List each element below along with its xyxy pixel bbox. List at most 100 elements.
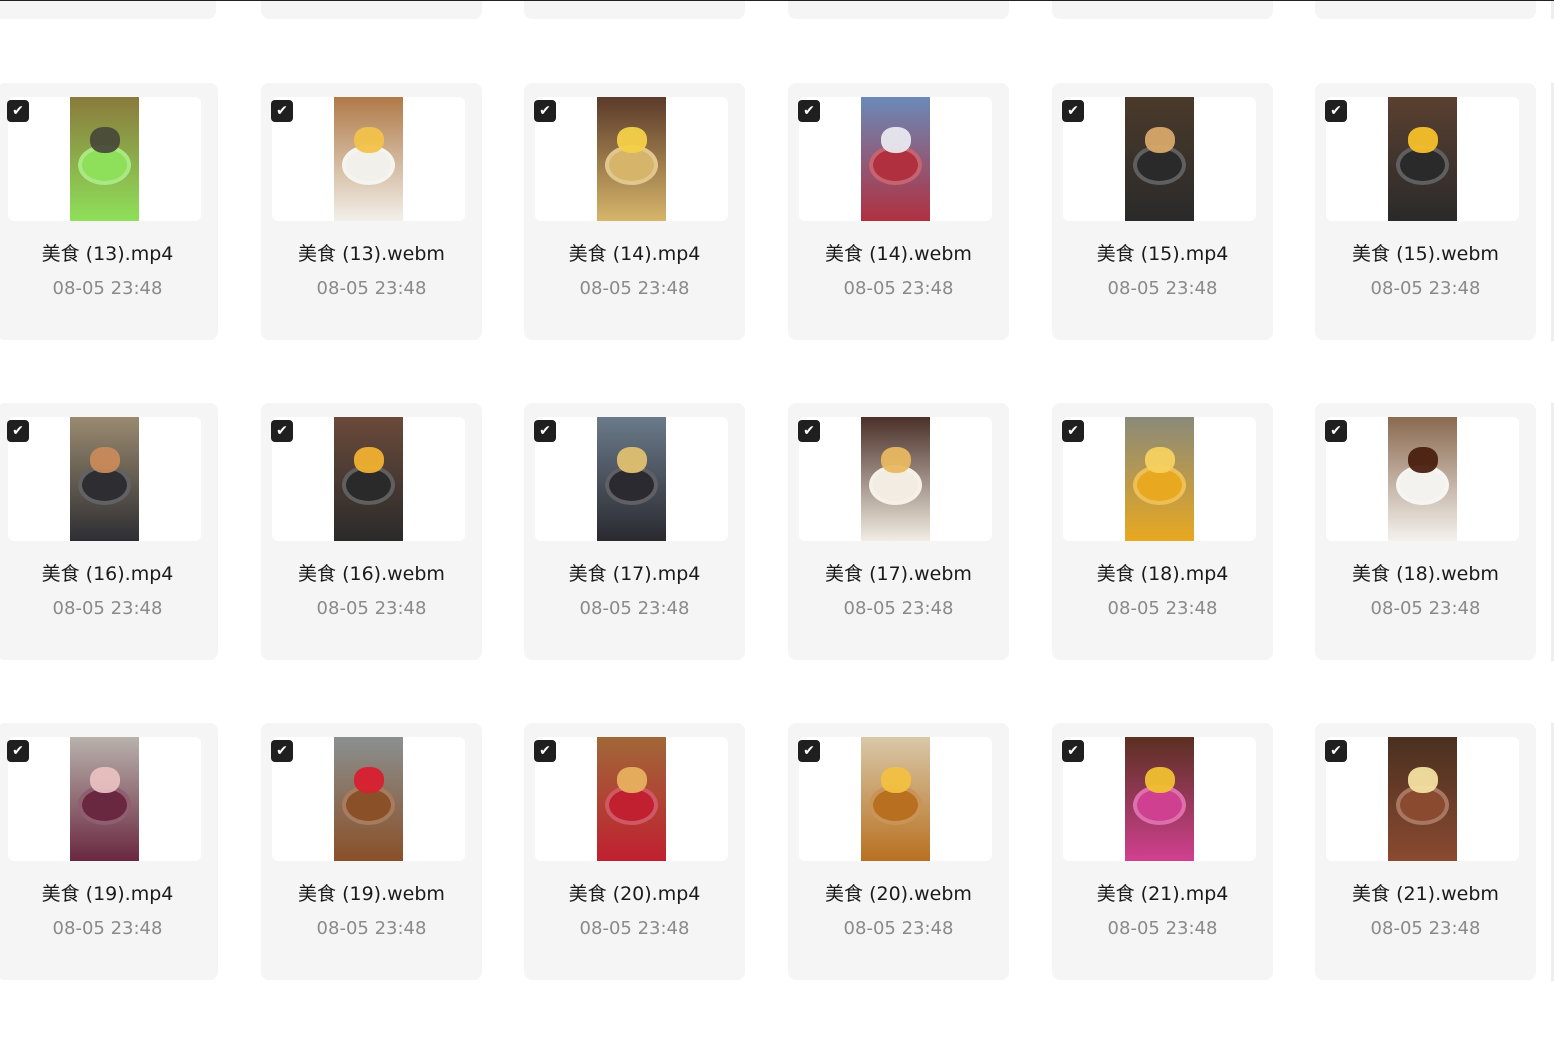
file-date: 08-05 23:48 — [316, 918, 427, 939]
select-checkbox[interactable]: ✔ — [534, 100, 556, 122]
partial-card-above[interactable] — [524, 1, 745, 19]
file-name: 美食 (18).webm — [1352, 563, 1499, 585]
video-thumbnail — [70, 737, 139, 861]
file-card[interactable]: ✔ 美食 (16).mp4 08-05 23:48 — [0, 403, 218, 660]
thumbnail-frame[interactable] — [1326, 97, 1519, 221]
video-thumbnail — [861, 417, 930, 541]
thumbnail-frame[interactable] — [8, 97, 201, 221]
file-card[interactable]: ✔ 美食 (20).webm 08-05 23:48 — [788, 723, 1009, 980]
thumbnail-frame[interactable] — [535, 737, 728, 861]
partial-card-above[interactable] — [0, 1, 216, 19]
partial-card-above[interactable] — [1315, 1, 1536, 19]
file-date: 08-05 23:48 — [1107, 918, 1218, 939]
file-date: 08-05 23:48 — [1370, 278, 1481, 299]
thumbnail-frame[interactable] — [1063, 97, 1256, 221]
video-thumbnail — [861, 737, 930, 861]
file-name: 美食 (17).mp4 — [568, 563, 701, 585]
file-card[interactable]: ✔ 美食 (13).webm 08-05 23:48 — [261, 83, 482, 340]
file-card[interactable]: ✔ 美食 (15).webm 08-05 23:48 — [1315, 83, 1536, 340]
file-date: 08-05 23:48 — [1370, 918, 1481, 939]
thumbnail-frame[interactable] — [8, 417, 201, 541]
file-card[interactable]: ✔ 美食 (21).webm 08-05 23:48 — [1315, 723, 1536, 980]
video-thumbnail — [1388, 417, 1457, 541]
file-grid-viewport: ✔ 美食 (13).mp4 08-05 23:48 ✔ 美食 (13).webm 08-0… — [0, 0, 1554, 1040]
file-date: 08-05 23:48 — [579, 598, 690, 619]
thumbnail-frame[interactable] — [799, 97, 992, 221]
file-card[interactable]: ✔ 美食 (18).webm 08-05 23:48 — [1315, 403, 1536, 660]
select-checkbox[interactable]: ✔ — [1325, 740, 1347, 762]
thumbnail-food-highlight — [1408, 767, 1438, 793]
thumbnail-food-highlight — [354, 447, 384, 473]
select-checkbox[interactable]: ✔ — [271, 740, 293, 762]
thumbnail-frame[interactable] — [1326, 417, 1519, 541]
thumbnail-food-highlight — [1408, 127, 1438, 153]
partial-card-above[interactable] — [788, 1, 1009, 19]
thumbnail-frame[interactable] — [272, 417, 465, 541]
video-thumbnail — [70, 417, 139, 541]
file-name: 美食 (16).webm — [298, 563, 445, 585]
file-name: 美食 (16).mp4 — [41, 563, 174, 585]
file-card[interactable]: ✔ 美食 (21).mp4 08-05 23:48 — [1052, 723, 1273, 980]
select-checkbox[interactable]: ✔ — [271, 420, 293, 442]
thumbnail-frame[interactable] — [8, 737, 201, 861]
select-checkbox[interactable]: ✔ — [1062, 100, 1084, 122]
thumbnail-frame[interactable] — [272, 737, 465, 861]
file-name: 美食 (21).webm — [1352, 883, 1499, 905]
select-checkbox[interactable]: ✔ — [798, 100, 820, 122]
thumbnail-frame[interactable] — [799, 417, 992, 541]
thumbnail-frame[interactable] — [272, 97, 465, 221]
select-checkbox[interactable]: ✔ — [1325, 420, 1347, 442]
select-checkbox[interactable]: ✔ — [7, 100, 29, 122]
partial-card-above[interactable] — [1052, 1, 1273, 19]
thumbnail-food-highlight — [90, 127, 120, 153]
select-checkbox[interactable]: ✔ — [798, 420, 820, 442]
file-name: 美食 (14).webm — [825, 243, 972, 265]
thumbnail-frame[interactable] — [535, 97, 728, 221]
video-thumbnail — [597, 97, 666, 221]
select-checkbox[interactable]: ✔ — [798, 740, 820, 762]
file-date: 08-05 23:48 — [52, 278, 163, 299]
file-card[interactable]: ✔ 美食 (15).mp4 08-05 23:48 — [1052, 83, 1273, 340]
thumbnail-frame[interactable] — [1063, 417, 1256, 541]
file-date: 08-05 23:48 — [1107, 598, 1218, 619]
video-thumbnail — [334, 417, 403, 541]
video-thumbnail — [334, 737, 403, 861]
select-checkbox[interactable]: ✔ — [534, 420, 556, 442]
thumbnail-food-highlight — [617, 447, 647, 473]
video-thumbnail — [334, 97, 403, 221]
file-card[interactable]: ✔ 美食 (18).mp4 08-05 23:48 — [1052, 403, 1273, 660]
file-card[interactable]: ✔ 美食 (14).mp4 08-05 23:48 — [524, 83, 745, 340]
partial-card-above[interactable] — [261, 1, 482, 19]
file-date: 08-05 23:48 — [843, 598, 954, 619]
file-name: 美食 (18).mp4 — [1096, 563, 1229, 585]
file-card[interactable]: ✔ 美食 (19).webm 08-05 23:48 — [261, 723, 482, 980]
file-date: 08-05 23:48 — [579, 278, 690, 299]
thumbnail-frame[interactable] — [535, 417, 728, 541]
file-card[interactable]: ✔ 美食 (13).mp4 08-05 23:48 — [0, 83, 218, 340]
file-card[interactable]: ✔ 美食 (14).webm 08-05 23:48 — [788, 83, 1009, 340]
select-checkbox[interactable]: ✔ — [534, 740, 556, 762]
file-date: 08-05 23:48 — [52, 918, 163, 939]
file-date: 08-05 23:48 — [579, 918, 690, 939]
select-checkbox[interactable]: ✔ — [271, 100, 293, 122]
file-date: 08-05 23:48 — [1370, 598, 1481, 619]
file-card[interactable]: ✔ 美食 (17).webm 08-05 23:48 — [788, 403, 1009, 660]
select-checkbox[interactable]: ✔ — [7, 420, 29, 442]
select-checkbox[interactable]: ✔ — [1062, 420, 1084, 442]
select-checkbox[interactable]: ✔ — [1325, 100, 1347, 122]
thumbnail-frame[interactable] — [1063, 737, 1256, 861]
file-card[interactable]: ✔ 美食 (17).mp4 08-05 23:48 — [524, 403, 745, 660]
thumbnail-frame[interactable] — [799, 737, 992, 861]
thumbnail-frame[interactable] — [1326, 737, 1519, 861]
file-card[interactable]: ✔ 美食 (20).mp4 08-05 23:48 — [524, 723, 745, 980]
select-checkbox[interactable]: ✔ — [7, 740, 29, 762]
select-checkbox[interactable]: ✔ — [1062, 740, 1084, 762]
video-thumbnail — [1388, 737, 1457, 861]
thumbnail-food-highlight — [90, 447, 120, 473]
file-name: 美食 (13).webm — [298, 243, 445, 265]
file-date: 08-05 23:48 — [316, 598, 427, 619]
file-card[interactable]: ✔ 美食 (16).webm 08-05 23:48 — [261, 403, 482, 660]
video-thumbnail — [861, 97, 930, 221]
file-date: 08-05 23:48 — [843, 278, 954, 299]
file-card[interactable]: ✔ 美食 (19).mp4 08-05 23:48 — [0, 723, 218, 980]
